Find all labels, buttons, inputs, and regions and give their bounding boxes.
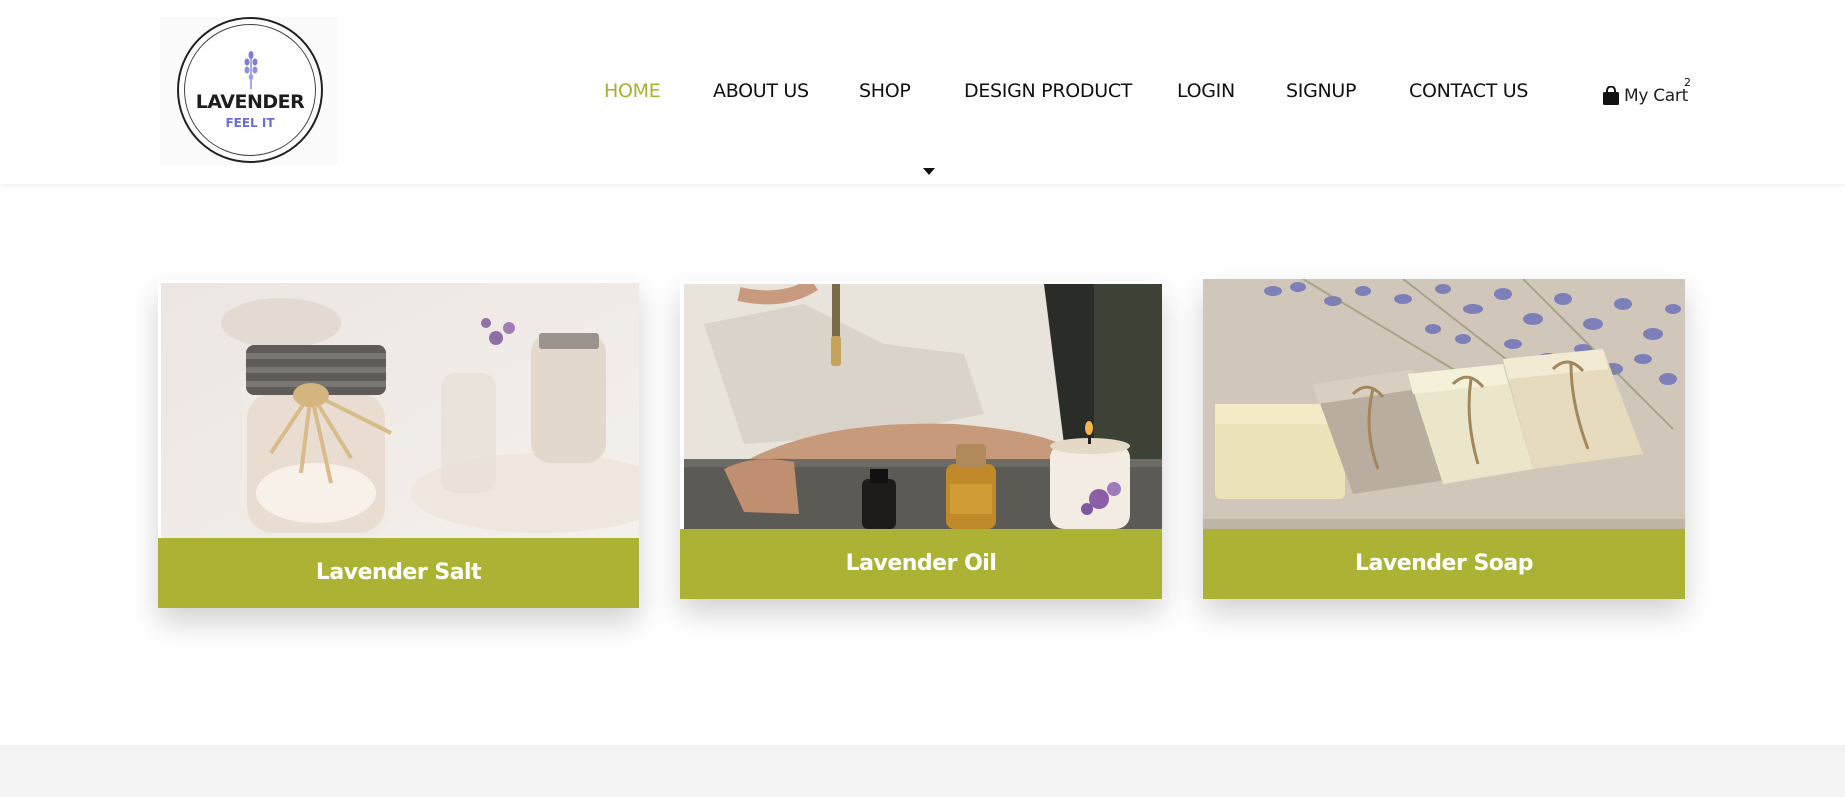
product-image-soap: [1203, 279, 1685, 529]
nav-login[interactable]: LOGIN: [1177, 80, 1235, 102]
product-card-oil[interactable]: Lavender Oil: [680, 281, 1162, 599]
cart-label: My Cart: [1624, 86, 1688, 106]
nav-about-us[interactable]: ABOUT US: [713, 80, 809, 102]
footer-band: [0, 745, 1845, 797]
nav-design-product[interactable]: DESIGN PRODUCT: [964, 80, 1132, 102]
lavender-sprig-icon: [244, 51, 258, 89]
shopping-bag-icon: [1603, 86, 1619, 105]
product-image-oil: [684, 284, 1162, 529]
product-title-soap: Lavender Soap: [1203, 529, 1685, 599]
chevron-down-icon[interactable]: [923, 168, 935, 175]
nav-shop[interactable]: SHOP: [859, 80, 911, 102]
product-card-salt[interactable]: Lavender Salt: [158, 280, 639, 608]
logo-tagline: FEEL IT: [225, 116, 275, 130]
logo-name: LAVENDER: [195, 91, 305, 113]
logo-emblem: LAVENDER FEEL IT: [177, 17, 323, 163]
cart-link[interactable]: My Cart 2: [1602, 76, 1691, 108]
nav-signup[interactable]: SIGNUP: [1286, 80, 1356, 102]
nav-home[interactable]: HOME: [604, 80, 661, 102]
site-header: LAVENDER FEEL IT HOME ABOUT US SHOP DESI…: [0, 0, 1845, 184]
product-title-salt: Lavender Salt: [158, 538, 639, 608]
product-title-oil: Lavender Oil: [680, 529, 1162, 599]
nav-contact-us[interactable]: CONTACT US: [1409, 80, 1528, 102]
site-logo[interactable]: LAVENDER FEEL IT: [160, 17, 338, 165]
cart-count-badge: 2: [1684, 76, 1691, 89]
product-card-soap[interactable]: Lavender Soap: [1203, 279, 1685, 599]
product-image-salt: [161, 283, 639, 538]
